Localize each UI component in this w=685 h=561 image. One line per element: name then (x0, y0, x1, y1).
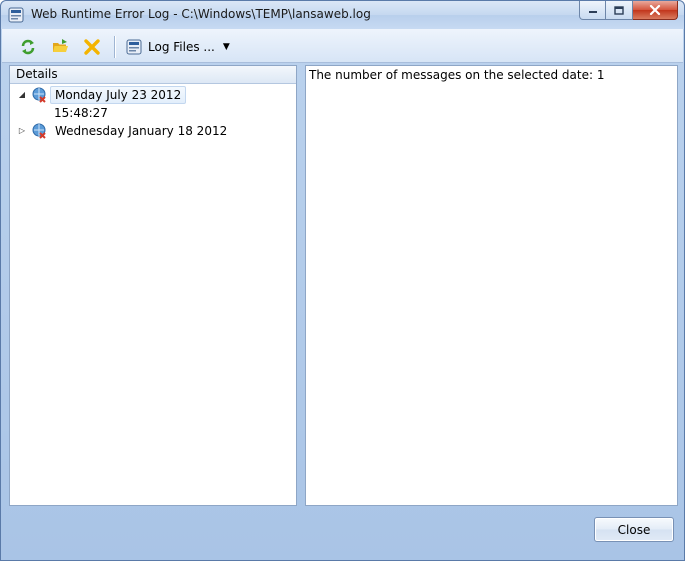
toolbar-separator (114, 36, 115, 58)
maximize-button[interactable] (606, 1, 633, 20)
delete-x-icon (84, 39, 100, 55)
main-window: Web Runtime Error Log - C:\Windows\TEMP\… (0, 0, 685, 561)
window-close-button[interactable] (633, 1, 678, 20)
close-button[interactable]: Close (594, 517, 674, 542)
refresh-button[interactable] (19, 37, 37, 57)
minimize-button[interactable] (579, 1, 606, 20)
toolbar: Log Files ... ▼ (2, 29, 683, 63)
tree-item-label: Monday July 23 2012 (50, 85, 187, 104)
window-title: Web Runtime Error Log - C:\Windows\TEMP\… (31, 7, 371, 21)
refresh-icon (21, 39, 35, 55)
tree-item-date-2[interactable]: ▷ Wednesday January 18 2012 (10, 121, 296, 140)
close-icon (649, 5, 661, 15)
tree-item-label: Wednesday January 18 2012 (55, 123, 228, 138)
tree-header: Details (10, 66, 296, 84)
message-count-text: The number of messages on the selected d… (309, 68, 605, 82)
web-error-icon (32, 87, 46, 103)
tree-item-time[interactable]: 15:48:27 (10, 103, 296, 122)
expand-arrow-icon[interactable]: ▷ (16, 126, 28, 135)
delete-button[interactable] (83, 37, 101, 57)
log-files-icon (126, 39, 142, 55)
details-tree[interactable]: Details ◢ Monday July 23 2012 15:48:27 ▷… (9, 65, 297, 506)
message-detail-panel: The number of messages on the selected d… (305, 65, 678, 506)
caption-buttons (579, 1, 678, 21)
open-folder-icon (53, 39, 68, 52)
log-files-label: Log Files ... (148, 40, 215, 54)
title-bar: Web Runtime Error Log - C:\Windows\TEMP\… (1, 1, 684, 29)
log-files-button[interactable]: Log Files ... ▼ (126, 37, 230, 57)
minimize-icon (588, 11, 597, 13)
open-button[interactable] (52, 37, 70, 57)
tree-item-date-1[interactable]: ◢ Monday July 23 2012 (10, 85, 296, 104)
log-app-icon (8, 7, 24, 23)
maximize-icon (614, 5, 624, 15)
tree-item-label: 15:48:27 (54, 105, 108, 120)
dropdown-arrow-icon: ▼ (222, 42, 230, 52)
web-error-icon (32, 123, 46, 139)
collapse-arrow-icon[interactable]: ◢ (16, 90, 28, 99)
